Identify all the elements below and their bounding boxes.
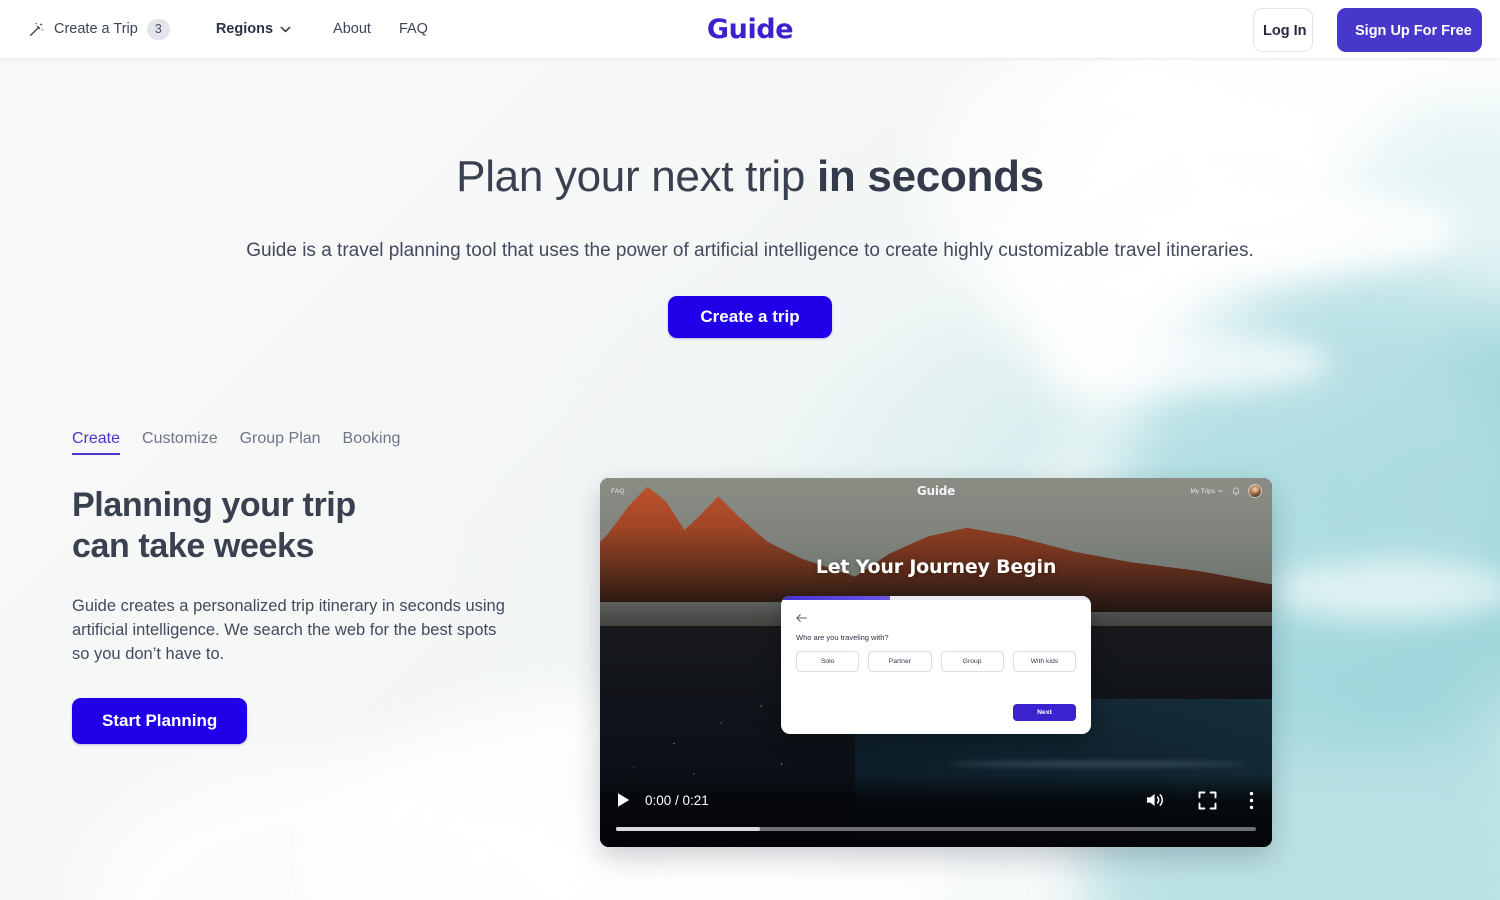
video-nav-avatar[interactable] — [1249, 485, 1261, 497]
video-controls-right — [1144, 790, 1256, 810]
top-navigation-bar: Create a Trip 3 Regions About FAQ Guide … — [0, 0, 1500, 59]
chevron-down-icon — [280, 26, 291, 32]
video-controls-bar: 0:00 / 0:21 — [600, 775, 1272, 847]
hero-subtitle: Guide is a travel planning tool that use… — [246, 240, 1254, 261]
video-nav-my-trips[interactable]: My Trips — [1190, 488, 1223, 495]
feature-tabs: Create Customize Group Plan Booking — [72, 430, 572, 455]
wizard-option-with-kids[interactable]: With kids — [1012, 651, 1076, 672]
video-progress-bar[interactable] — [616, 827, 1256, 831]
start-planning-button[interactable]: Start Planning — [72, 698, 248, 744]
back-arrow-icon[interactable] — [796, 613, 807, 623]
tab-create[interactable]: Create — [72, 430, 131, 455]
video-controls-row: 0:00 / 0:21 — [600, 787, 1272, 813]
nav-faq-label: FAQ — [398, 21, 428, 37]
video-nav-logo: Guide — [916, 484, 956, 498]
feature-title-line2: can take weeks — [72, 527, 315, 565]
play-icon[interactable] — [616, 792, 631, 808]
hero-title: Plan your next trip in seconds — [0, 152, 1500, 202]
nav-faq[interactable]: FAQ — [385, 13, 442, 45]
hero-create-a-trip-button[interactable]: Create a trip — [668, 296, 832, 338]
feature-section: Create Customize Group Plan Booking Plan… — [72, 430, 572, 744]
hero-title-regular: Plan your next trip — [456, 152, 817, 201]
nav-create-a-trip-label: Create a Trip — [54, 21, 138, 37]
nav-left-group: Create a Trip 3 Regions About FAQ — [0, 13, 442, 46]
feature-title: Planning your trip can take weeks — [72, 485, 572, 567]
nav-about[interactable]: About — [319, 13, 385, 45]
login-button[interactable]: Log In — [1253, 7, 1313, 52]
tab-booking[interactable]: Booking — [343, 430, 412, 455]
fullscreen-icon[interactable] — [1198, 791, 1217, 810]
nav-regions-label: Regions — [215, 21, 274, 37]
scene-water-sheen — [949, 761, 1246, 766]
volume-icon[interactable] — [1144, 790, 1166, 810]
demo-video-player[interactable]: FAQ Guide My Trips Let Your Journey Begi… — [600, 478, 1272, 847]
video-nav-right: My Trips — [1190, 485, 1261, 497]
hero-section: Plan your next trip in seconds Guide is … — [0, 59, 1500, 338]
nav-right-group: Log In Sign Up For Free — [1253, 0, 1482, 59]
signup-button[interactable]: Sign Up For Free — [1337, 7, 1482, 52]
wizard-progress-fill — [781, 596, 890, 600]
tab-customize[interactable]: Customize — [142, 430, 229, 455]
wave-crest — [1050, 330, 1330, 394]
wizard-option-partner[interactable]: Partner — [868, 651, 932, 672]
more-options-icon[interactable] — [1249, 791, 1254, 810]
video-buffered-fill — [616, 827, 760, 831]
video-time-display: 0:00 / 0:21 — [645, 792, 709, 808]
wizard-options: Solo Partner Group With kids — [796, 651, 1076, 672]
video-trip-wizard-modal: Who are you traveling with? Solo Partner… — [781, 596, 1091, 734]
chevron-down-icon — [1218, 489, 1223, 493]
tab-group-plan[interactable]: Group Plan — [240, 430, 332, 455]
feature-description: Guide creates a personalized trip itiner… — [72, 597, 505, 663]
magic-wand-icon — [30, 21, 44, 36]
nav-create-a-trip[interactable]: Create a Trip 3 — [20, 13, 182, 46]
video-scene-title: Let Your Journey Begin — [815, 556, 1057, 578]
wizard-progress-bar — [781, 596, 1091, 600]
feature-title-line1: Planning your trip — [72, 486, 356, 524]
wizard-next-button[interactable]: Next — [1013, 704, 1076, 721]
wizard-option-group[interactable]: Group — [940, 651, 1004, 672]
create-trip-count-badge: 3 — [146, 18, 170, 40]
wizard-option-solo[interactable]: Solo — [796, 651, 860, 672]
video-nav-my-trips-label: My Trips — [1190, 487, 1215, 495]
video-app-navbar: FAQ Guide My Trips — [600, 478, 1272, 504]
nav-about-label: About — [333, 21, 371, 37]
wizard-question: Who are you traveling with? — [796, 633, 889, 642]
bell-icon[interactable] — [1232, 486, 1240, 496]
hero-title-bold: in seconds — [817, 152, 1044, 201]
nav-regions[interactable]: Regions — [202, 13, 305, 45]
brand-logo[interactable]: Guide — [707, 14, 794, 45]
